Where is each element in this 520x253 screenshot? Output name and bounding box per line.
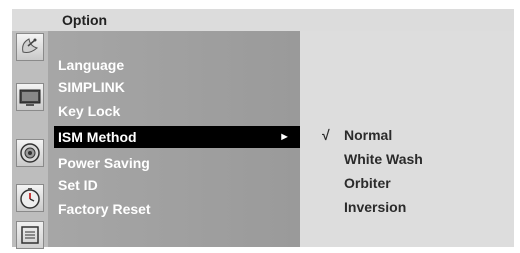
option-menu-panel: Language SIMPLINK Key Lock ISM Method ► … <box>48 31 300 247</box>
option-label: Normal <box>344 127 393 143</box>
menu-item-factory-reset[interactable]: Factory Reset <box>54 198 300 220</box>
menu-item-label: SIMPLINK <box>58 79 125 95</box>
menu-item-language[interactable]: Language <box>54 54 300 76</box>
option-label: Inversion <box>344 199 407 215</box>
menu-item-set-id[interactable]: Set ID <box>54 174 300 196</box>
clock-icon[interactable] <box>16 184 44 212</box>
option-inversion[interactable]: Inversion <box>300 196 514 218</box>
category-icon-column <box>12 31 48 249</box>
menu-item-simplink[interactable]: SIMPLINK <box>54 76 300 98</box>
menu-item-label: Set ID <box>58 177 98 193</box>
option-orbiter[interactable]: Orbiter <box>300 172 514 194</box>
option-label: White Wash <box>344 151 423 167</box>
menu-item-label: ISM Method <box>58 129 137 145</box>
speaker-icon[interactable] <box>16 139 44 167</box>
title-bar: Option <box>12 9 514 31</box>
menu-item-key-lock[interactable]: Key Lock <box>54 100 300 122</box>
menu-item-ism-method[interactable]: ISM Method ► <box>54 126 300 148</box>
menu-item-label: Power Saving <box>58 155 150 171</box>
option-white-wash[interactable]: White Wash <box>300 148 514 170</box>
option-normal[interactable]: √ Normal <box>300 124 514 146</box>
option-settings-icon[interactable] <box>16 221 44 249</box>
ism-method-submenu: √ Normal White Wash Orbiter Inversion <box>300 31 514 247</box>
satellite-dish-icon[interactable] <box>16 33 44 61</box>
menu-item-label: Key Lock <box>58 103 121 119</box>
menu-item-label: Factory Reset <box>58 201 151 217</box>
menu-title: Option <box>62 12 108 28</box>
menu-item-power-saving[interactable]: Power Saving <box>54 152 300 174</box>
submenu-arrow-icon: ► <box>279 131 290 143</box>
osd-window: Option Language SIMPLINK Key Lock ISM Me… <box>12 9 514 249</box>
option-label: Orbiter <box>344 175 391 191</box>
tv-screen-icon[interactable] <box>16 83 44 111</box>
menu-item-label: Language <box>58 57 125 73</box>
checkmark-icon: √ <box>322 127 330 143</box>
